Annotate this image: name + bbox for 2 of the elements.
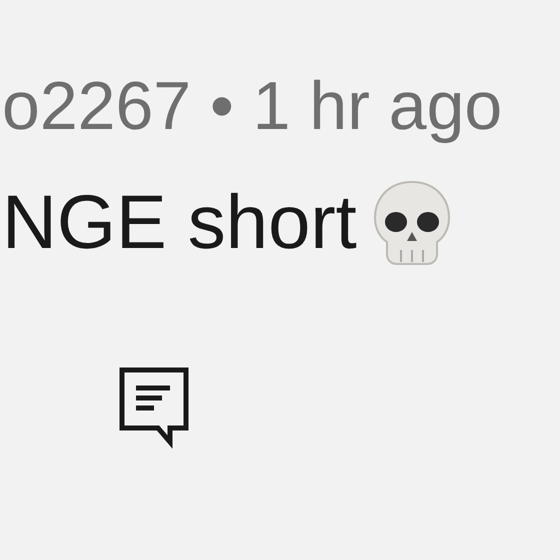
- comment-icon[interactable]: [118, 366, 190, 450]
- comment-text: NGE short: [2, 185, 357, 261]
